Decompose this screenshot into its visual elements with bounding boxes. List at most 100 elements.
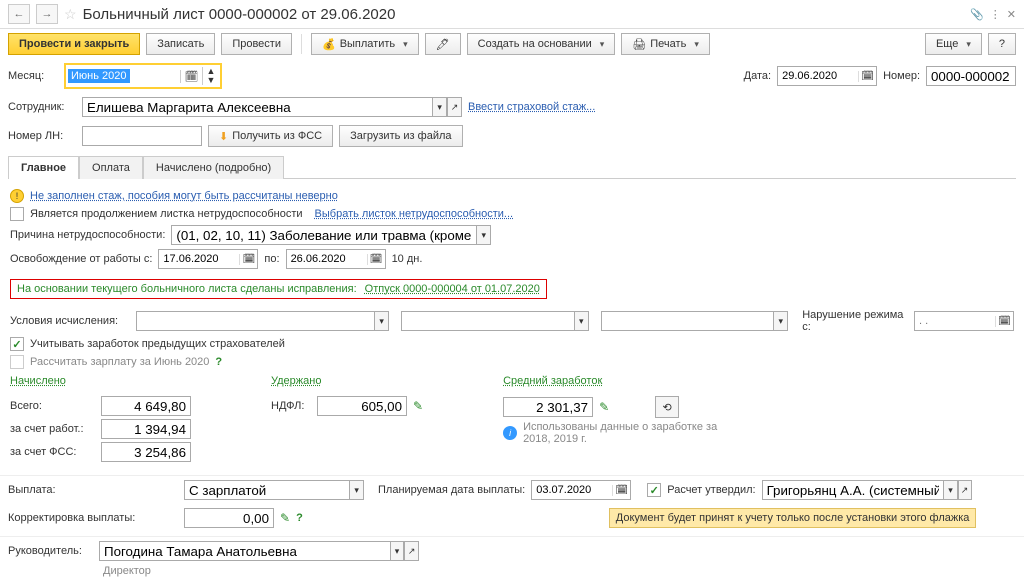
close-icon[interactable]: ✕: [1007, 8, 1016, 21]
calendar-icon[interactable]: 🗓: [995, 316, 1013, 327]
release-label: Освобождение от работы с:: [10, 253, 152, 265]
edit-button[interactable]: 🖊: [425, 33, 461, 55]
open-icon[interactable]: ↗: [447, 97, 462, 117]
tab-accrued-detail[interactable]: Начислено (подробно): [143, 156, 284, 179]
menu-dots-icon[interactable]: ⋮: [990, 8, 1001, 21]
correction-field[interactable]: [184, 508, 274, 528]
withheld-header[interactable]: Удержано: [271, 375, 321, 387]
reason-field[interactable]: [171, 225, 476, 245]
ndfl-label: НДФЛ:: [271, 400, 311, 412]
date-field[interactable]: 🗓: [777, 66, 877, 86]
dropdown-icon[interactable]: ▾: [773, 311, 788, 331]
save-button[interactable]: Записать: [146, 33, 215, 55]
correction-link[interactable]: Отпуск 0000-000004 от 01.07.2020: [365, 283, 540, 295]
get-fss-button[interactable]: ⬇Получить из ФСС: [208, 125, 333, 147]
release-to-label: по:: [264, 253, 279, 265]
help-icon[interactable]: ?: [296, 512, 303, 524]
conditions-field-3[interactable]: [601, 311, 774, 331]
calendar-icon[interactable]: 🗓: [612, 485, 630, 496]
total-field[interactable]: [101, 396, 191, 416]
favorite-star[interactable]: ☆: [64, 6, 77, 23]
approved-label: Расчет утвердил:: [667, 484, 755, 496]
warning-icon: !: [10, 189, 24, 203]
post-close-button[interactable]: Провести и закрыть: [8, 33, 140, 55]
consider-prev-label: Учитывать заработок предыдущих страховат…: [30, 338, 285, 350]
number-label: Номер:: [883, 70, 920, 82]
violation-date-field[interactable]: 🗓: [914, 311, 1014, 331]
open-icon[interactable]: ↗: [958, 480, 972, 500]
print-button[interactable]: 🖨Печать: [621, 33, 710, 55]
load-file-button[interactable]: Загрузить из файла: [339, 125, 462, 147]
calendar-icon[interactable]: 🗓: [367, 254, 385, 265]
reason-label: Причина нетрудоспособности:: [10, 229, 165, 241]
calendar-icon[interactable]: 🗓: [239, 254, 257, 265]
dropdown-icon[interactable]: ▾: [476, 225, 491, 245]
month-field[interactable]: Июнь 2020 🗓 ▲▼: [64, 63, 222, 89]
fss-field[interactable]: [101, 442, 191, 462]
manager-field[interactable]: [99, 541, 390, 561]
plan-date-field[interactable]: 🗓: [531, 480, 631, 500]
calendar-icon[interactable]: 🗓: [180, 70, 203, 83]
payout-field[interactable]: [184, 480, 349, 500]
recalc-label: Рассчитать зарплату за Июнь 2020: [30, 356, 209, 368]
tab-main[interactable]: Главное: [8, 156, 79, 179]
conditions-field-1[interactable]: [136, 311, 374, 331]
dropdown-icon[interactable]: ▾: [943, 480, 957, 500]
ln-label: Номер ЛН:: [8, 130, 76, 142]
days-count: 10 дн.: [392, 253, 423, 265]
employer-field[interactable]: [101, 419, 191, 439]
nav-back[interactable]: ←: [8, 4, 30, 24]
info-icon: i: [503, 426, 517, 440]
correction-notice: На основании текущего больничного листа …: [10, 279, 547, 299]
stazh-warning-link[interactable]: Не заполнен стаж, пособия могут быть рас…: [30, 190, 338, 202]
payout-label: Выплата:: [8, 484, 68, 496]
dropdown-icon[interactable]: ▾: [432, 97, 447, 117]
pay-button[interactable]: 💰Выплатить: [311, 33, 419, 55]
correction-label: Корректировка выплаты:: [8, 512, 138, 524]
avg-field[interactable]: [503, 397, 593, 417]
ln-field[interactable]: [82, 126, 202, 146]
calendar-icon[interactable]: 🗓: [858, 71, 876, 82]
dropdown-icon[interactable]: ▾: [349, 480, 364, 500]
dropdown-icon[interactable]: ▾: [390, 541, 405, 561]
approved-checkbox[interactable]: ✓: [647, 483, 661, 497]
edit-icon: 🖊: [436, 38, 450, 51]
number-field[interactable]: [926, 66, 1016, 86]
manager-position: Директор: [103, 565, 151, 577]
help-button[interactable]: ?: [988, 33, 1016, 55]
recalc-checkbox: [10, 355, 24, 369]
dropdown-icon[interactable]: ▾: [374, 311, 389, 331]
employer-label: за счет работ.:: [10, 423, 95, 435]
ndfl-field[interactable]: [317, 396, 407, 416]
money-icon: 💰: [322, 38, 336, 51]
employee-field[interactable]: [82, 97, 432, 117]
dropdown-icon[interactable]: ▾: [574, 311, 589, 331]
tab-payment[interactable]: Оплата: [79, 156, 143, 179]
help-icon[interactable]: ?: [215, 356, 222, 368]
approval-note: Документ будет принят к учету только пос…: [609, 508, 977, 528]
insurance-link[interactable]: Ввести страховой стаж...: [468, 101, 595, 113]
accrued-header[interactable]: Начислено: [10, 375, 66, 387]
conditions-field-2[interactable]: [401, 311, 574, 331]
release-to-field[interactable]: 🗓: [286, 249, 386, 269]
continuation-label: Является продолжением листка нетрудоспос…: [30, 208, 303, 220]
create-based-button[interactable]: Создать на основании: [467, 33, 616, 55]
open-icon[interactable]: ↗: [404, 541, 419, 561]
continuation-checkbox[interactable]: [10, 207, 24, 221]
nav-forward[interactable]: →: [36, 4, 58, 24]
avg-header[interactable]: Средний заработок: [503, 375, 602, 387]
attach-icon[interactable]: 📎: [970, 8, 984, 21]
pencil-icon[interactable]: ✎: [413, 399, 423, 413]
approved-field[interactable]: [762, 480, 944, 500]
pencil-icon[interactable]: ✎: [280, 511, 290, 525]
select-ln-link[interactable]: Выбрать листок нетрудоспособности...: [315, 208, 514, 220]
consider-prev-checkbox[interactable]: ✓: [10, 337, 24, 351]
post-button[interactable]: Провести: [221, 33, 292, 55]
release-from-field[interactable]: 🗓: [158, 249, 258, 269]
pencil-icon[interactable]: ✎: [599, 400, 609, 414]
more-button[interactable]: Еще: [925, 33, 982, 55]
refresh-button[interactable]: ⟲: [655, 396, 679, 418]
total-label: Всего:: [10, 400, 95, 412]
page-title: Больничный лист 0000-000002 от 29.06.202…: [83, 6, 396, 23]
month-stepper[interactable]: ▲▼: [202, 67, 218, 85]
